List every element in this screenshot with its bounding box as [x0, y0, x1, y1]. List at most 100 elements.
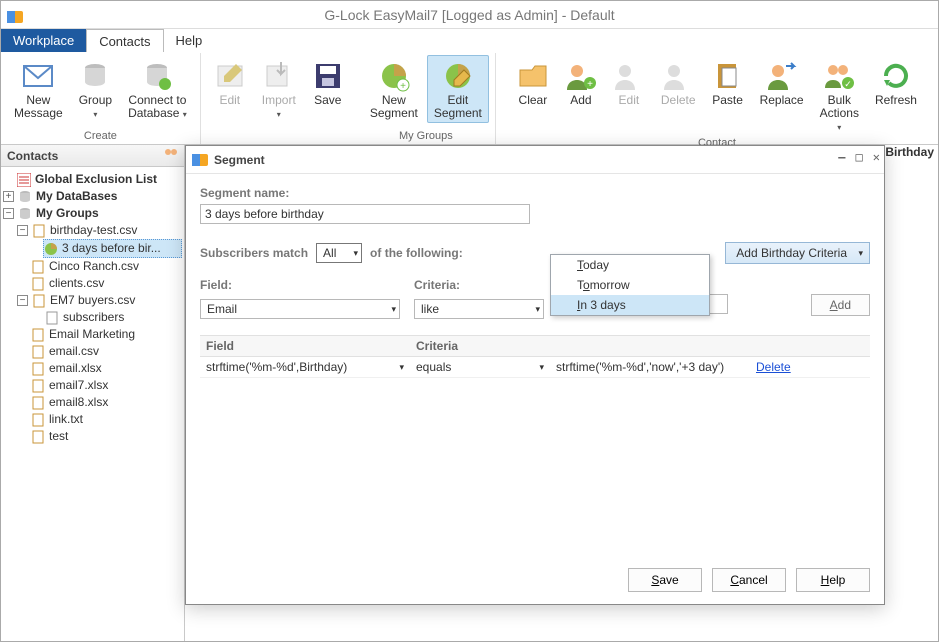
- birthday-criteria-menu: Today Tomorrow In 3 days: [550, 254, 710, 316]
- grid-cell-field[interactable]: strftime('%m-%d',Birthday)▾: [200, 357, 410, 377]
- cancel-button[interactable]: Cancel: [712, 568, 786, 592]
- pencil-icon: [214, 60, 246, 92]
- file-icon: [31, 277, 45, 291]
- replace-button[interactable]: Replace: [753, 55, 811, 137]
- tree-item[interactable]: test: [3, 428, 182, 445]
- file-icon: [32, 294, 46, 308]
- tree-item[interactable]: subscribers: [3, 309, 182, 326]
- save-button[interactable]: Save: [628, 568, 702, 592]
- new-message-button[interactable]: New Message: [7, 55, 70, 124]
- paste-button[interactable]: Paste: [705, 55, 751, 137]
- close-button[interactable]: ✕: [873, 150, 880, 164]
- import-button: Import▾: [255, 55, 303, 124]
- field-label: Field:: [200, 278, 400, 292]
- tab-contacts[interactable]: Contacts: [86, 29, 163, 52]
- chevron-down-icon[interactable]: ▾: [399, 362, 404, 373]
- grid-head-field: Field: [200, 336, 410, 356]
- tree-my-groups[interactable]: − My Groups: [3, 205, 182, 222]
- save-button-ribbon[interactable]: Save: [305, 55, 351, 124]
- file-icon: [31, 345, 45, 359]
- segment-name-label: Segment name:: [200, 186, 870, 200]
- help-button[interactable]: Help: [796, 568, 870, 592]
- minimize-button[interactable]: —: [838, 150, 845, 164]
- envelope-icon: [22, 60, 54, 92]
- collapse-icon[interactable]: −: [17, 295, 28, 306]
- edit-button: Edit: [207, 55, 253, 124]
- chevron-down-icon: ▾: [837, 123, 841, 132]
- tab-workplace[interactable]: Workplace: [1, 29, 86, 52]
- database-link-icon: [141, 60, 173, 92]
- refresh-button[interactable]: Refresh: [868, 55, 924, 137]
- tree-item[interactable]: email.xlsx: [3, 360, 182, 377]
- user-edit-icon: [613, 60, 645, 92]
- group-button[interactable]: Group▾: [72, 55, 119, 124]
- file-icon: [31, 430, 45, 444]
- tree-item[interactable]: clients.csv: [3, 275, 182, 292]
- tree-item[interactable]: email7.xlsx: [3, 377, 182, 394]
- grid-row: strftime('%m-%d',Birthday)▾ equals▾ strf…: [200, 357, 870, 378]
- chevron-down-icon[interactable]: ▾: [539, 362, 544, 373]
- menu-item-tomorrow[interactable]: Tomorrow: [551, 275, 709, 295]
- refresh-icon: [880, 60, 912, 92]
- clipboard-icon: [712, 60, 744, 92]
- field-select[interactable]: Email: [200, 299, 400, 319]
- file-icon: [31, 362, 45, 376]
- database-icon: [18, 190, 32, 204]
- app-icon: [192, 152, 208, 168]
- delete-link[interactable]: Delete: [756, 360, 791, 374]
- tree-item-segment-selected[interactable]: 3 days before bir...: [43, 239, 182, 258]
- chevron-down-icon: ▾: [277, 110, 281, 119]
- tree-global-exclusion[interactable]: Global Exclusion List: [3, 171, 182, 188]
- tree-item[interactable]: link.txt: [3, 411, 182, 428]
- pie-plus-icon: +: [378, 60, 410, 92]
- menu-item-in-3-days[interactable]: In 3 days: [551, 295, 709, 315]
- edit-segment-button[interactable]: Edit Segment: [427, 55, 489, 123]
- clear-button[interactable]: Clear: [510, 55, 556, 137]
- segment-dialog: Segment — □ ✕ Segment name: Subscribers …: [185, 145, 885, 605]
- tree-item[interactable]: email8.xlsx: [3, 394, 182, 411]
- tree-item[interactable]: − birthday-test.csv: [3, 222, 182, 239]
- grid-cell-value: strftime('%m-%d','now','+3 day'): [550, 357, 750, 377]
- match-select[interactable]: All: [316, 243, 362, 263]
- grid-cell-criteria[interactable]: equals▾: [410, 357, 550, 377]
- user-swap-icon: [766, 60, 798, 92]
- users-check-icon: ✓: [823, 60, 855, 92]
- file-icon: [32, 224, 46, 238]
- connect-database-button[interactable]: Connect to Database ▾: [121, 55, 194, 124]
- tree-item[interactable]: Email Marketing: [3, 326, 182, 343]
- tree-my-databases[interactable]: + My DataBases: [3, 188, 182, 205]
- import-icon: [263, 60, 295, 92]
- match-label-right: of the following:: [370, 246, 463, 260]
- segment-name-input[interactable]: [200, 204, 530, 224]
- new-segment-button[interactable]: + New Segment: [363, 55, 425, 123]
- file-icon: [31, 413, 45, 427]
- tree-item[interactable]: Cinco Ranch.csv: [3, 258, 182, 275]
- svg-text:✓: ✓: [844, 79, 852, 89]
- users-icon: [164, 148, 178, 163]
- expand-icon[interactable]: +: [3, 191, 14, 202]
- add-birthday-criteria-button[interactable]: Add Birthday Criteria: [725, 242, 870, 264]
- grid-head-criteria: Criteria: [410, 336, 550, 356]
- tab-help[interactable]: Help: [164, 29, 215, 52]
- floppy-icon: [312, 60, 344, 92]
- menu-item-today[interactable]: Today: [551, 255, 709, 275]
- tree-item[interactable]: − EM7 buyers.csv: [3, 292, 182, 309]
- tree-item[interactable]: email.csv: [3, 343, 182, 360]
- maximize-button[interactable]: □: [856, 150, 863, 164]
- collapse-icon[interactable]: −: [3, 208, 14, 219]
- add-button[interactable]: Add: [811, 294, 870, 316]
- bulk-actions-button[interactable]: ✓ Bulk Actions▾: [813, 55, 866, 137]
- folder-open-icon: [517, 60, 549, 92]
- match-label-left: Subscribers match: [200, 246, 308, 260]
- pie-pencil-icon: [442, 60, 474, 92]
- file-icon: [45, 311, 59, 325]
- ribbon-group-label-create: Create: [7, 130, 194, 142]
- chevron-down-icon: ▾: [183, 110, 187, 119]
- criteria-label: Criteria:: [414, 278, 544, 292]
- collapse-icon[interactable]: −: [17, 225, 28, 236]
- file-icon: [31, 328, 45, 342]
- add-contact-button[interactable]: + Add: [558, 55, 604, 137]
- delete-contact-button: Delete: [654, 55, 703, 137]
- sidebar-title: Contacts: [7, 149, 58, 163]
- criteria-select[interactable]: like: [414, 299, 544, 319]
